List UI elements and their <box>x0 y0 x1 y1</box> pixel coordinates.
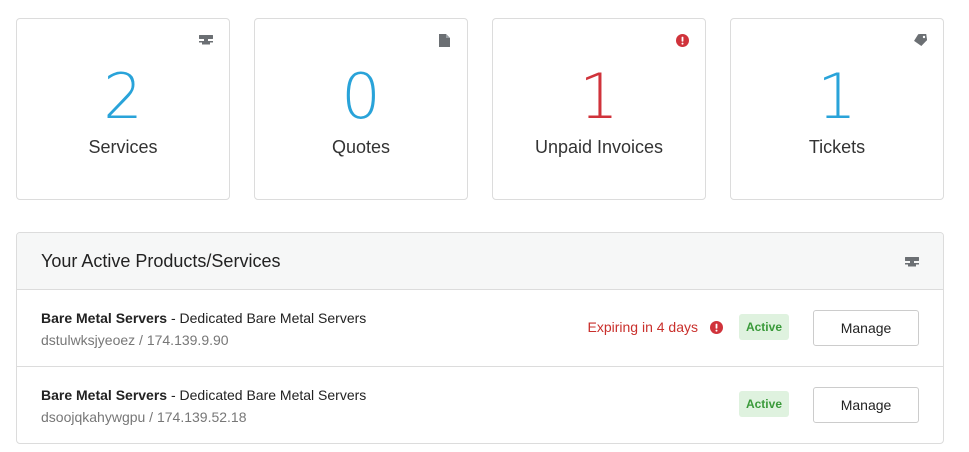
status-badge: Active <box>738 391 789 417</box>
panel-header: Your Active Products/Services <box>17 233 943 290</box>
document-icon <box>437 33 451 47</box>
services-count: 2 <box>103 60 143 133</box>
service-product: Bare Metal Servers <box>41 310 168 326</box>
service-group: - Dedicated Bare Metal Servers <box>167 387 367 403</box>
tickets-label: Tickets <box>808 137 866 157</box>
quotes-label: Quotes <box>331 137 391 157</box>
manage-button[interactable]: Manage <box>813 387 919 423</box>
service-row[interactable]: Bare Metal Servers - Dedicated Bare Meta… <box>17 367 943 443</box>
server-icon <box>199 33 213 47</box>
quotes-stat-card[interactable]: 0 Quotes <box>254 18 468 200</box>
unpaid-invoices-stat-card[interactable]: 1 Unpaid Invoices <box>492 18 706 200</box>
unpaid-invoices-label: Unpaid Invoices <box>534 137 664 157</box>
panel-title: Your Active Products/Services <box>41 251 281 271</box>
tickets-stat-card[interactable]: 1 Tickets <box>730 18 944 200</box>
service-group: - Dedicated Bare Metal Servers <box>167 310 367 326</box>
tickets-count: 1 <box>817 60 857 133</box>
exclamation-circle-icon <box>710 320 723 334</box>
expiry-warning: Expiring in 4 days <box>587 318 723 336</box>
services-label: Services <box>88 137 158 157</box>
active-services-panel: Your Active Products/Services Bare Metal… <box>16 232 944 444</box>
service-host: dstulwksjyeoez / 174.139.9.90 <box>41 332 229 348</box>
services-stat-card[interactable]: 2 Services <box>16 18 230 200</box>
expiry-text: Expiring in 4 days <box>587 319 698 335</box>
tag-icon <box>913 33 927 47</box>
service-host: dsoojqkahywgpu / 174.139.52.18 <box>41 409 247 425</box>
server-icon <box>905 255 919 269</box>
service-name: Bare Metal Servers - Dedicated Bare Meta… <box>41 386 366 404</box>
status-badge: Active <box>738 314 789 340</box>
manage-button[interactable]: Manage <box>813 310 919 346</box>
quotes-count: 0 <box>341 60 381 133</box>
exclamation-circle-icon <box>675 33 689 47</box>
unpaid-invoices-count: 1 <box>579 60 619 133</box>
service-name: Bare Metal Servers - Dedicated Bare Meta… <box>41 309 366 327</box>
service-product: Bare Metal Servers <box>41 387 168 403</box>
stats-row: 2 Services 0 Quotes 1 Unpaid Invoices 1 … <box>16 18 944 200</box>
service-row[interactable]: Bare Metal Servers - Dedicated Bare Meta… <box>17 290 943 367</box>
